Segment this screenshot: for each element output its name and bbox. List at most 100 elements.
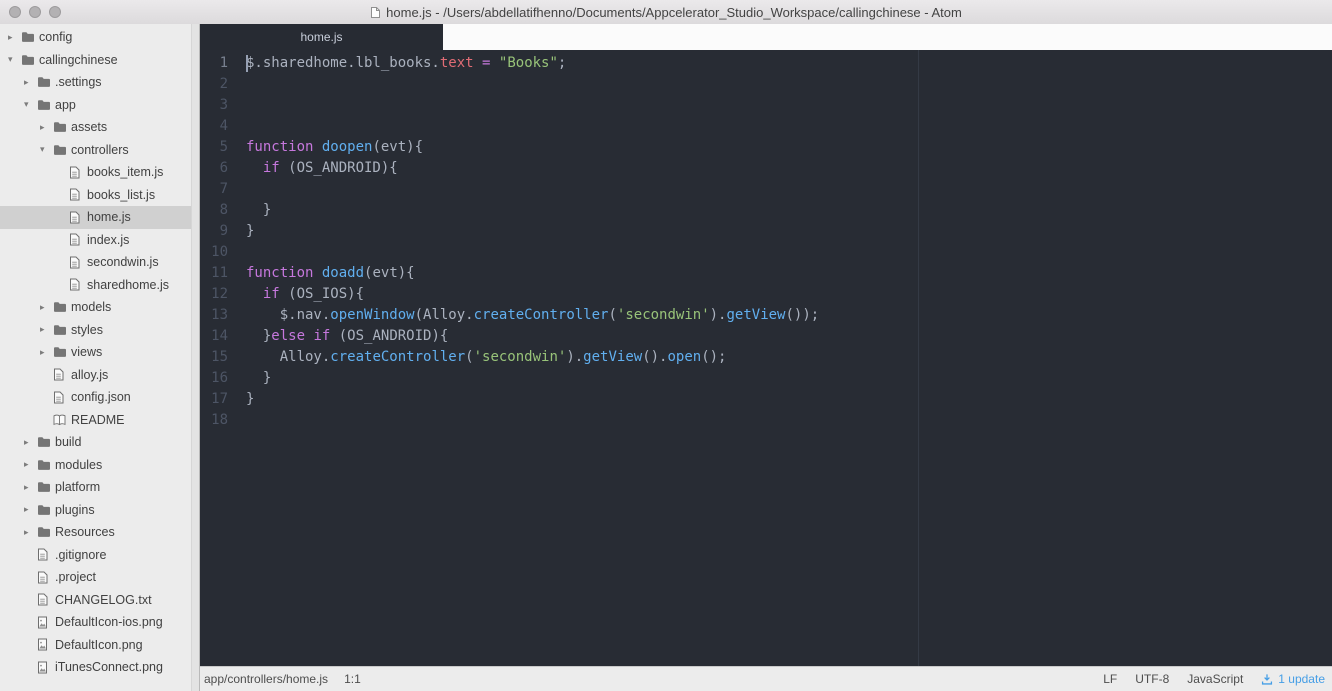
- code-line-16[interactable]: }: [246, 368, 1332, 389]
- chevron-right-icon[interactable]: ▸: [24, 459, 37, 470]
- tree-item-books-item-js[interactable]: books_item.js: [0, 161, 199, 184]
- close-button[interactable]: [9, 6, 21, 18]
- tab-home-js[interactable]: home.js: [200, 24, 443, 50]
- chevron-right-icon[interactable]: ▸: [40, 122, 53, 133]
- code-line-14[interactable]: }else if (OS_ANDROID){: [246, 326, 1332, 347]
- line-number-2[interactable]: 2: [200, 74, 228, 95]
- tree-item-readme[interactable]: README: [0, 409, 199, 432]
- editor-pane[interactable]: 1 2 3 4 5 6 7 8 9 10 11 12 13 14 15 16 17 18 $.sharedhome…: [200, 50, 1332, 666]
- chevron-right-icon[interactable]: ▸: [40, 302, 53, 313]
- tree-item-controllers[interactable]: ▾ controllers: [0, 139, 199, 162]
- chevron-down-icon[interactable]: ▾: [40, 144, 53, 155]
- chevron-right-icon[interactable]: ▸: [24, 77, 37, 88]
- tree-item-build[interactable]: ▸ build: [0, 431, 199, 454]
- tree-item-callingchinese[interactable]: ▾ callingchinese: [0, 49, 199, 72]
- tree-item-itunesconnect-png[interactable]: iTunesConnect.png: [0, 656, 199, 679]
- code-line-9[interactable]: }: [246, 221, 1332, 242]
- code-line-7[interactable]: [246, 179, 1332, 200]
- tree-item-config-json[interactable]: config.json: [0, 386, 199, 409]
- code-line-15[interactable]: Alloy.createController('secondwin').getV…: [246, 347, 1332, 368]
- tree-item-platform[interactable]: ▸ platform: [0, 476, 199, 499]
- line-number-15[interactable]: 15: [200, 347, 228, 368]
- line-number-12[interactable]: 12: [200, 284, 228, 305]
- line-number-5[interactable]: 5: [200, 137, 228, 158]
- line-number-11[interactable]: 11: [200, 263, 228, 284]
- line-number-7[interactable]: 7: [200, 179, 228, 200]
- tree-item-label: books_item.js: [87, 165, 164, 180]
- chevron-right-icon[interactable]: ▸: [24, 437, 37, 448]
- line-number-6[interactable]: 6: [200, 158, 228, 179]
- zoom-button[interactable]: [49, 6, 61, 18]
- chevron-right-icon[interactable]: ▸: [24, 482, 37, 493]
- tree-item-config[interactable]: ▸ config: [0, 26, 199, 49]
- chevron-right-icon[interactable]: ▸: [8, 32, 21, 43]
- tree-item-modules[interactable]: ▸ modules: [0, 454, 199, 477]
- code-line-11[interactable]: function doadd(evt){: [246, 263, 1332, 284]
- tree-item-styles[interactable]: ▸ styles: [0, 319, 199, 342]
- grammar-indicator[interactable]: JavaScript: [1187, 672, 1243, 686]
- code-line-5[interactable]: function doopen(evt){: [246, 137, 1332, 158]
- tree-item-home-js[interactable]: home.js: [0, 206, 199, 229]
- chevron-down-icon[interactable]: ▾: [24, 99, 37, 110]
- chevron-right-icon[interactable]: ▸: [24, 504, 37, 515]
- tree-item-books-list-js[interactable]: books_list.js: [0, 184, 199, 207]
- code-line-2[interactable]: [246, 74, 1332, 95]
- chevron-right-icon[interactable]: ▸: [24, 527, 37, 538]
- tree-item-plugins[interactable]: ▸ plugins: [0, 499, 199, 522]
- tree-item-models[interactable]: ▸ models: [0, 296, 199, 319]
- line-number-17[interactable]: 17: [200, 389, 228, 410]
- line-number-16[interactable]: 16: [200, 368, 228, 389]
- line-ending-indicator[interactable]: LF: [1103, 672, 1117, 686]
- chevron-right-icon[interactable]: ▸: [40, 324, 53, 335]
- tree-item-resources[interactable]: ▸ Resources: [0, 521, 199, 544]
- code-line-10[interactable]: [246, 242, 1332, 263]
- chevron-right-icon[interactable]: ▸: [40, 347, 53, 358]
- tree-item--settings[interactable]: ▸ .settings: [0, 71, 199, 94]
- tree-item-alloy-js[interactable]: alloy.js: [0, 364, 199, 387]
- tree-item-sharedhome-js[interactable]: sharedhome.js: [0, 274, 199, 297]
- line-number-13[interactable]: 13: [200, 305, 228, 326]
- line-number-18[interactable]: 18: [200, 410, 228, 431]
- token-plain: (OS_IOS){: [279, 286, 365, 302]
- tree-item-defaulticon-ios-png[interactable]: DefaultIcon-ios.png: [0, 611, 199, 634]
- token-plain: ).: [566, 349, 584, 365]
- minimize-button[interactable]: [29, 6, 41, 18]
- tree-scrollbar[interactable]: [191, 24, 199, 691]
- code-line-18[interactable]: [246, 410, 1332, 431]
- code-line-4[interactable]: [246, 116, 1332, 137]
- code-line-8[interactable]: }: [246, 200, 1332, 221]
- tree-item-defaulticon-png[interactable]: DefaultIcon.png: [0, 634, 199, 657]
- line-number-8[interactable]: 8: [200, 200, 228, 221]
- image-icon: [37, 661, 54, 674]
- update-indicator[interactable]: 1 update: [1261, 672, 1325, 686]
- status-bar: app/controllers/home.js 1:1 LF UTF-8 Jav…: [200, 666, 1332, 691]
- code-line-1[interactable]: $.sharedhome.lbl_books.text = "Books";: [246, 53, 1332, 74]
- line-number-4[interactable]: 4: [200, 116, 228, 137]
- tree-item-label: assets: [71, 120, 108, 135]
- line-number-10[interactable]: 10: [200, 242, 228, 263]
- tree-item--gitignore[interactable]: .gitignore: [0, 544, 199, 567]
- line-number-9[interactable]: 9: [200, 221, 228, 242]
- encoding-indicator[interactable]: UTF-8: [1135, 672, 1169, 686]
- window-controls: [9, 6, 61, 18]
- line-number-3[interactable]: 3: [200, 95, 228, 116]
- code-line-17[interactable]: }: [246, 389, 1332, 410]
- line-number-14[interactable]: 14: [200, 326, 228, 347]
- tree-item-index-js[interactable]: index.js: [0, 229, 199, 252]
- tree-item-secondwin-js[interactable]: secondwin.js: [0, 251, 199, 274]
- code-line-3[interactable]: [246, 95, 1332, 116]
- chevron-down-icon[interactable]: ▾: [8, 54, 21, 65]
- tree-item-changelog-txt[interactable]: CHANGELOG.txt: [0, 589, 199, 612]
- cursor-position[interactable]: 1:1: [344, 672, 361, 686]
- tree-item-assets[interactable]: ▸ assets: [0, 116, 199, 139]
- folder-icon: [53, 346, 70, 358]
- code-line-12[interactable]: if (OS_IOS){: [246, 284, 1332, 305]
- token-function: getView: [726, 307, 786, 323]
- line-number-1[interactable]: 1: [200, 53, 228, 74]
- tree-item--project[interactable]: .project: [0, 566, 199, 589]
- code-line-6[interactable]: if (OS_ANDROID){: [246, 158, 1332, 179]
- tree-item-app[interactable]: ▾ app: [0, 94, 199, 117]
- code-line-13[interactable]: $.nav.openWindow(Alloy.createController(…: [246, 305, 1332, 326]
- tree-item-views[interactable]: ▸ views: [0, 341, 199, 364]
- token-plain: $.sharedhome.lbl_books.: [246, 55, 440, 71]
